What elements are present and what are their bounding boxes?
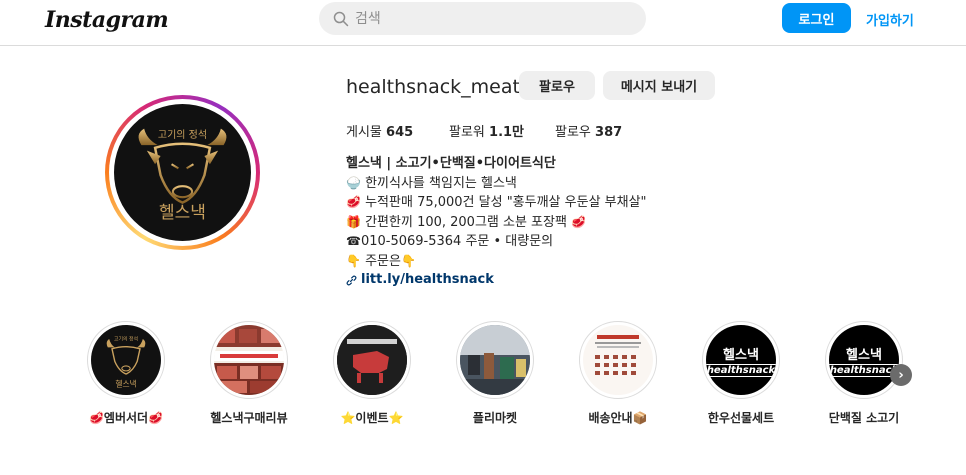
search-input[interactable] <box>355 10 635 27</box>
chevron-right-icon[interactable]: › <box>890 364 912 386</box>
stat-followers[interactable]: 팔로워 1.1만 <box>449 121 524 140</box>
highlight-thumbnail: 헬스낵 healthsnack <box>706 325 776 395</box>
highlight-label: 헬스낵구매리뷰 <box>210 411 288 425</box>
healthsnack-logo: 헬스낵 healthsnack <box>706 347 776 377</box>
bio-line: 🍚 한끼식사를 책임지는 헬스낵 <box>346 175 517 191</box>
bio-line: 🎁 간편한끼 100, 200그램 소분 포장팩 🥩 <box>346 214 587 230</box>
link-icon <box>346 275 357 286</box>
highlight-purchase-reviews[interactable]: 헬스낵구매리뷰 <box>189 321 309 426</box>
highlight-thumbnail: 헬스낵 healthsnack <box>829 325 899 395</box>
svg-text:헬스낵: 헬스낵 <box>115 379 136 389</box>
avatar-top-caption: 고기의 정석 <box>157 130 208 141</box>
bio-line: 🥩 누적판매 75,000건 달성 "홍두깨살 우둔살 부채살" <box>346 195 647 210</box>
stat-posts: 게시물 645 <box>346 125 414 140</box>
highlight-thumbnail <box>337 325 407 395</box>
telephone-icon: ☎ <box>346 234 361 248</box>
highlight-thumbnail <box>214 325 284 395</box>
meat-icon: 🥩 <box>571 214 587 229</box>
highlight-ambassador[interactable]: 헬스낵 고기의 정석 🥩엠버서더🥩 <box>66 321 186 426</box>
highlight-shipping-info[interactable]: 배송안내📦 <box>558 321 678 426</box>
profile-avatar-story-ring[interactable]: 고기의 정석 헬스낵 <box>105 95 260 250</box>
follow-button[interactable]: 팔로우 <box>519 71 595 100</box>
profile-bio: 헬스낵 | 소고기•단백질•다이어트식단 🍚 한끼식사를 책임지는 헬스낵 🥩 … <box>346 155 647 292</box>
highlight-label: 단백질 소고기 <box>828 411 900 425</box>
highlight-hanwoo-gift-set[interactable]: 헬스낵 healthsnack 한우선물세트 <box>681 321 801 426</box>
highlight-thumbnail <box>583 325 653 395</box>
bio-external-link[interactable]: litt.ly/healthsnack <box>346 271 494 290</box>
top-navigation-bar: Instagram 로그인 가입하기 <box>0 0 966 46</box>
highlight-thumbnail: 헬스낵 고기의 정석 <box>91 325 161 395</box>
highlight-label: 배송안내📦 <box>588 411 648 425</box>
login-button[interactable]: 로그인 <box>782 3 851 33</box>
bull-head-logo-icon: 헬스낵 고기의 정석 <box>106 335 146 389</box>
bio-line: ☎010-5069-5364 주문 • 대량문의 <box>346 234 554 249</box>
avatar-bottom-caption: 헬스낵 <box>159 203 206 223</box>
search-bar[interactable] <box>319 2 646 35</box>
highlight-label: 플리마켓 <box>472 411 518 425</box>
pointing-down-icon: 👇 <box>400 253 416 268</box>
highlight-event[interactable]: ⭐이벤트⭐ <box>312 321 432 426</box>
instagram-logo[interactable]: Instagram <box>45 7 169 33</box>
pointing-down-icon: 👇 <box>346 253 361 268</box>
send-message-button[interactable]: 메시지 보내기 <box>603 71 715 100</box>
stat-following[interactable]: 팔로우 387 <box>555 121 622 140</box>
profile-avatar: 고기의 정석 헬스낵 <box>114 104 251 241</box>
svg-text:고기의 정석: 고기의 정석 <box>114 335 138 342</box>
bio-line: 👇 주문은👇 <box>346 253 416 269</box>
rice-bowl-icon: 🍚 <box>346 175 361 190</box>
gift-icon: 🎁 <box>346 214 361 229</box>
meat-icon: 🥩 <box>346 195 361 209</box>
signup-link[interactable]: 가입하기 <box>866 10 914 29</box>
highlight-label: ⭐이벤트⭐ <box>340 411 404 425</box>
highlight-flea-market[interactable]: 플리마켓 <box>435 321 555 426</box>
highlight-label: 한우선물세트 <box>707 411 775 425</box>
highlight-thumbnail <box>460 325 530 395</box>
profile-username: healthsnack_meat <box>346 76 520 98</box>
healthsnack-logo: 헬스낵 healthsnack <box>829 347 899 377</box>
bio-name: 헬스낵 | 소고기•단백질•다이어트식단 <box>346 156 556 171</box>
search-icon <box>333 11 349 26</box>
highlight-label: 🥩엠버서더🥩 <box>88 411 164 425</box>
